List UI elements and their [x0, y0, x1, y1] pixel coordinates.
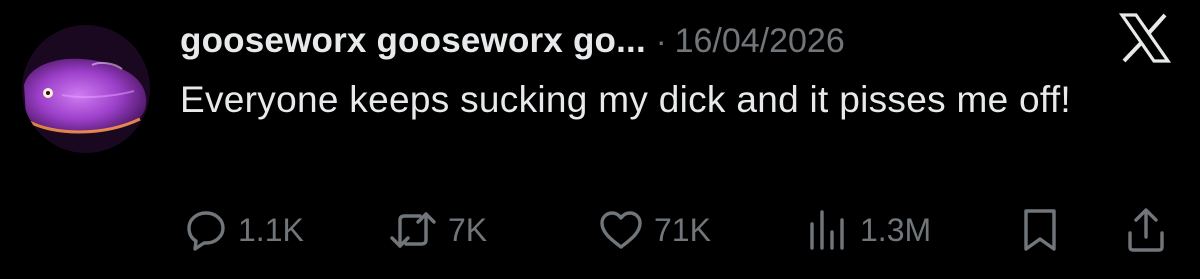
heart-icon	[598, 208, 644, 252]
action-bar: 1.1K 7K 71K 1.3M	[0, 200, 1200, 260]
views-button[interactable]: 1.3M	[806, 200, 931, 260]
separator-dot: ·	[655, 22, 667, 59]
share-button[interactable]	[1124, 200, 1168, 260]
reply-count: 1.1K	[238, 211, 304, 248]
repost-arrows-icon	[388, 208, 438, 252]
bar-chart-icon	[806, 208, 850, 252]
tweet-date[interactable]: 16/04/2026	[675, 22, 845, 61]
repost-count: 7K	[448, 211, 488, 248]
share-upload-icon	[1124, 207, 1168, 253]
avatar-creature-image	[22, 25, 150, 153]
views-count: 1.3M	[860, 211, 932, 248]
tweet-card: gooseworx gooseworx go... · 16/04/2026 E…	[0, 0, 1200, 279]
display-name[interactable]: gooseworx gooseworx go...	[180, 21, 646, 61]
like-count: 71K	[654, 211, 711, 248]
x-logo-icon[interactable]	[1118, 12, 1172, 64]
like-button[interactable]: 71K	[598, 200, 711, 260]
repost-button[interactable]: 7K	[388, 200, 487, 260]
tweet-header: gooseworx gooseworx go... · 16/04/2026	[180, 16, 845, 66]
tweet-text: Everyone keeps sucking my dick and it pi…	[180, 79, 1071, 120]
bookmark-button[interactable]	[1018, 200, 1062, 260]
bookmark-icon	[1018, 207, 1062, 253]
avatar[interactable]	[22, 25, 150, 153]
reply-button[interactable]: 1.1K	[184, 200, 304, 260]
speech-bubble-icon	[184, 208, 228, 252]
